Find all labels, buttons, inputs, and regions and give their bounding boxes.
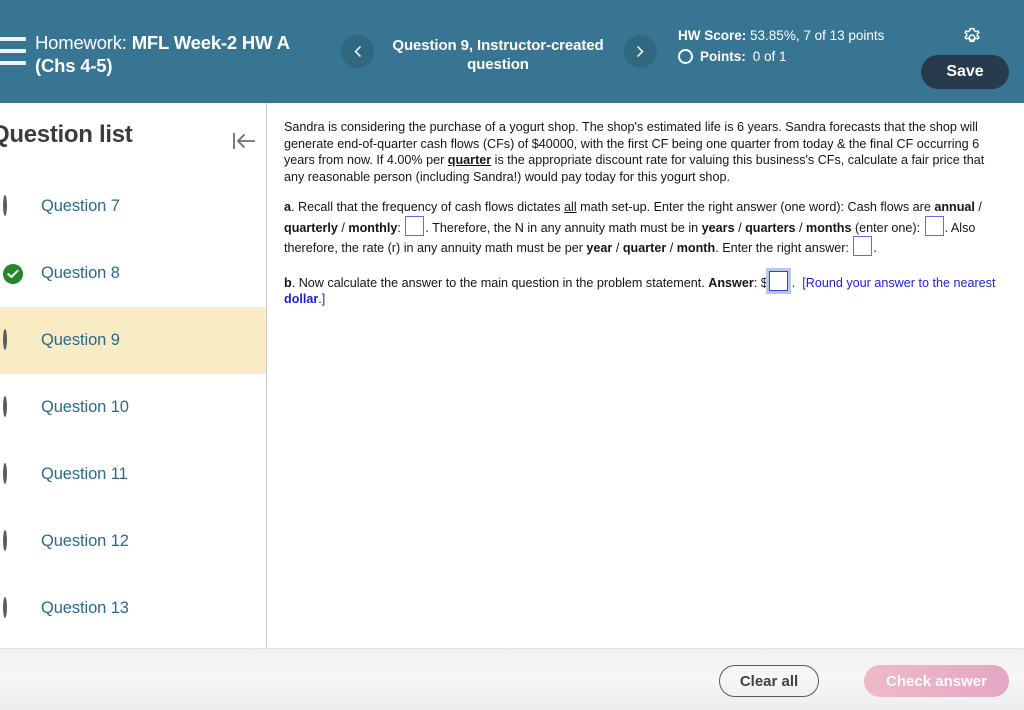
question-list-item-label: Question 9 <box>41 331 120 349</box>
question-list-item-11[interactable]: Question 11 <box>0 441 266 508</box>
part-a-emphasis-all: all <box>564 200 577 214</box>
status-unanswered-icon <box>3 596 23 619</box>
question-stem: Sandra is considering the purchase of a … <box>284 119 1002 185</box>
hw-score-row: HW Score: 53.85%, 7 of 13 points <box>678 26 908 45</box>
status-unanswered-icon <box>3 395 23 418</box>
separator: / <box>795 220 806 235</box>
chevron-left-icon <box>354 46 361 57</box>
hamburger-bar <box>0 37 26 41</box>
part-a-text7: . Enter the right answer: <box>715 241 853 255</box>
part-b-text1: . Now calculate the answer to the main q… <box>291 275 709 290</box>
part-a-input-rate-units[interactable] <box>853 236 873 256</box>
points-label: Points: <box>700 49 746 64</box>
question-stem-underlined: quarter <box>447 153 492 167</box>
option-monthly: monthly <box>348 220 398 235</box>
part-a-input-n-units[interactable] <box>924 215 944 236</box>
settings-button[interactable] <box>960 26 984 50</box>
part-a-text8: . <box>873 241 877 255</box>
question-list-item-label: Question 10 <box>41 398 129 416</box>
separator: / <box>974 200 982 214</box>
save-button[interactable]: Save <box>921 55 1009 89</box>
option-quarter: quarter <box>622 241 667 255</box>
points-row: Points: 0 of 1 <box>678 47 908 66</box>
homework-label: Homework: <box>35 32 127 53</box>
question-list-item-7[interactable]: Question 7 <box>0 173 266 240</box>
part-b-answer-input[interactable] <box>765 267 791 294</box>
homework-title: Homework: MFL Week-2 HW A (Chs 4-5) <box>35 31 325 77</box>
score-summary: HW Score: 53.85%, 7 of 13 points Points:… <box>678 26 908 66</box>
option-quarters: quarters <box>745 220 796 235</box>
part-b-marker: b <box>284 275 292 290</box>
gear-icon <box>964 27 980 42</box>
collapse-left-icon <box>233 133 255 149</box>
sidebar-header: Question list <box>0 103 266 161</box>
question-list-item-12[interactable]: Question 12 <box>0 508 266 575</box>
part-a-input-frequency[interactable] <box>405 215 425 236</box>
status-unanswered-icon <box>3 529 23 552</box>
rounding-note-bold: dollar <box>284 292 319 306</box>
question-list-item-10[interactable]: Question 10 <box>0 374 266 441</box>
clear-all-button[interactable]: Clear all <box>719 665 819 697</box>
part-a-text2: math set-up. Enter the right answer (one… <box>576 200 935 214</box>
question-list-item-label: Question 12 <box>41 532 129 550</box>
separator: / <box>337 220 349 235</box>
check-answer-button[interactable]: Check answer <box>864 665 1009 697</box>
points-status-icon <box>678 49 693 64</box>
option-months: months <box>806 220 852 235</box>
separator: / <box>734 220 746 235</box>
question-list-item-13[interactable]: Question 13 <box>0 575 266 642</box>
question-title: Question 9, Instructor-created question <box>392 37 604 73</box>
option-month: month <box>676 241 716 255</box>
rounding-note-2: .] <box>318 292 326 306</box>
part-a-text1: . Recall that the frequency of cash flow… <box>291 200 565 214</box>
question-list-item-label: Question 11 <box>41 465 128 483</box>
hw-score-label: HW Score: <box>678 28 747 43</box>
status-unanswered-icon <box>3 194 23 217</box>
part-a-text3: : <box>397 220 405 235</box>
hw-score-value: 53.85%, 7 of 13 points <box>750 28 885 43</box>
question-content: Sandra is considering the purchase of a … <box>268 103 1024 647</box>
hamburger-menu-icon[interactable] <box>0 37 26 65</box>
status-unanswered-icon <box>3 462 23 485</box>
question-list-item-label: Question 13 <box>41 599 129 617</box>
question-part-a: a. Recall that the frequency of cash flo… <box>284 199 1002 257</box>
question-list-item-8[interactable]: Question 8 <box>0 240 266 307</box>
part-b-text2: : $ <box>753 275 768 290</box>
question-list-item-label: Question 7 <box>41 197 120 215</box>
option-quarterly: quarterly <box>284 220 338 235</box>
question-list-item-label: Question 8 <box>41 264 120 282</box>
status-unanswered-icon <box>3 328 23 351</box>
hamburger-bar <box>0 61 26 65</box>
hamburger-bar <box>0 49 26 53</box>
question-list-item-9[interactable]: Question 9 <box>0 307 266 374</box>
answer-label: Answer <box>708 275 754 290</box>
part-a-marker: a <box>284 200 292 214</box>
next-question-button[interactable] <box>624 35 657 68</box>
option-years: years <box>701 220 735 235</box>
action-footer: Clear all Check answer <box>0 648 1024 710</box>
rounding-note-1: [Round your answer to the nearest <box>802 275 996 290</box>
question-list-sidebar: Question list Question 7 Question 8 Ques… <box>0 103 267 647</box>
previous-question-button[interactable] <box>341 35 374 68</box>
part-a-text5: (enter one): <box>851 220 924 235</box>
part-b-text3: . <box>791 275 796 290</box>
question-part-b: b. Now calculate the answer to the main … <box>284 267 1002 308</box>
app-header: Homework: MFL Week-2 HW A (Chs 4-5) Ques… <box>0 0 1024 103</box>
chevron-right-icon <box>637 46 644 57</box>
option-year: year <box>586 241 613 255</box>
status-correct-icon <box>3 263 23 284</box>
points-value: 0 of 1 <box>752 49 787 64</box>
sidebar-title: Question list <box>0 121 133 148</box>
question-list: Question 7 Question 8 Question 9 Questio… <box>0 173 266 642</box>
part-a-text4: . Therefore, the N in any annuity math m… <box>425 220 702 235</box>
collapse-sidebar-button[interactable] <box>230 130 258 152</box>
option-annual: annual <box>934 200 975 214</box>
separator: / <box>612 241 623 255</box>
separator: / <box>666 241 677 255</box>
